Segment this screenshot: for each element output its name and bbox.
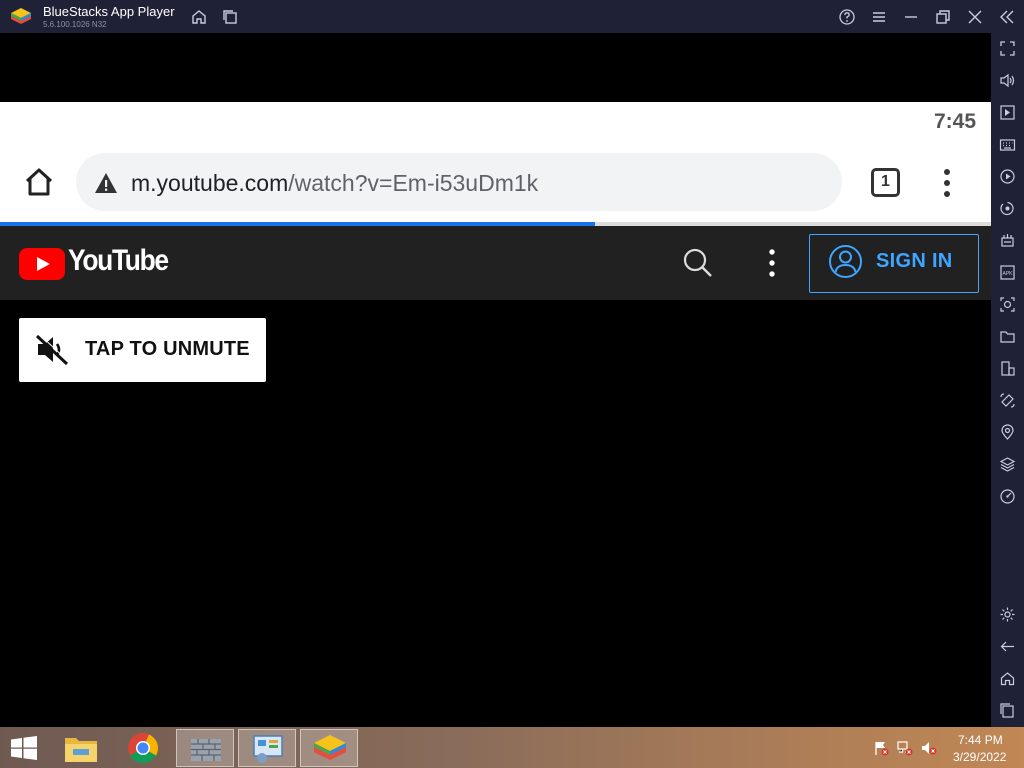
file-explorer-icon [65,738,97,762]
folder-icon[interactable] [999,328,1016,345]
chrome-icon [128,733,158,764]
restore-icon[interactable] [934,8,952,26]
firewall-icon [191,739,221,761]
install-apk-icon[interactable]: APK [999,264,1016,281]
home-icon[interactable] [190,8,208,26]
status-bar-time: 7:45 [934,110,977,133]
eco-mode-icon[interactable] [999,488,1016,505]
recent-apps-icon[interactable] [999,702,1016,719]
youtube-wordmark[interactable]: YouTube [68,244,169,278]
browser-home-button[interactable] [22,165,56,199]
multi-instance-icon[interactable] [999,360,1016,377]
svg-text:APK: APK [1002,271,1013,277]
minimize-icon[interactable] [902,8,920,26]
url-text[interactable]: m.youtube.com/watch?v=Em-i53uDm1k [131,170,538,197]
account-icon [829,245,862,278]
bluestacks-logo-icon [11,8,31,24]
network-icon[interactable] [897,740,913,756]
taskbar-control-panel[interactable] [238,729,296,767]
taskbar-clock-date[interactable]: 3/29/2022 [953,750,1006,764]
collapse-sidebar-icon[interactable] [998,8,1016,26]
bluestacks-icon [314,735,346,760]
window-title: BlueStacks App Player [43,4,175,19]
record-icon[interactable] [999,168,1016,185]
control-panel-icon [253,735,283,763]
windows-start-icon[interactable] [10,736,38,760]
multi-window-icon[interactable] [221,8,239,26]
layers-icon[interactable] [999,456,1016,473]
taskbar-clock-time[interactable]: 7:44 PM [958,733,1003,747]
sign-in-label: SIGN IN [876,250,953,272]
tab-switcher-button[interactable]: 1 [871,168,900,197]
taskbar-chrome[interactable] [114,729,172,767]
volume-icon[interactable] [999,72,1016,89]
fullscreen-icon[interactable] [999,40,1016,57]
volume-muted-icon[interactable] [921,740,937,756]
help-icon[interactable] [838,8,856,26]
tap-to-unmute-label: TAP TO UNMUTE [85,338,250,360]
url-domain: m.youtube.com [131,170,289,196]
action-center-flag-icon[interactable] [873,740,889,756]
home-icon[interactable] [999,670,1016,687]
youtube-play-logo-icon[interactable] [19,248,65,280]
search-icon[interactable] [682,247,714,279]
app-version: 5.6.100.1026 N32 [43,20,107,29]
keyboard-icon[interactable] [999,136,1016,153]
side-toolbar: APK [991,33,1024,727]
replay-icon[interactable] [999,200,1016,217]
settings-icon[interactable] [999,606,1016,623]
muted-speaker-icon [35,333,70,366]
screenshot-icon[interactable] [999,296,1016,313]
taskbar-firewall[interactable] [176,729,234,767]
taskbar-file-explorer[interactable] [52,729,110,767]
warning-icon[interactable] [94,172,118,194]
location-icon[interactable] [999,424,1016,441]
rotate-icon[interactable] [999,392,1016,409]
close-icon[interactable] [966,8,984,26]
media-icon[interactable] [999,104,1016,121]
url-path: /watch?v=Em-i53uDm1k [288,170,539,196]
browser-menu-icon[interactable] [937,168,957,198]
taskbar-bluestacks[interactable] [300,729,358,767]
back-icon[interactable] [999,638,1016,655]
macro-icon[interactable] [999,232,1016,249]
menu-icon[interactable] [870,8,888,26]
more-options-icon[interactable] [763,248,781,278]
